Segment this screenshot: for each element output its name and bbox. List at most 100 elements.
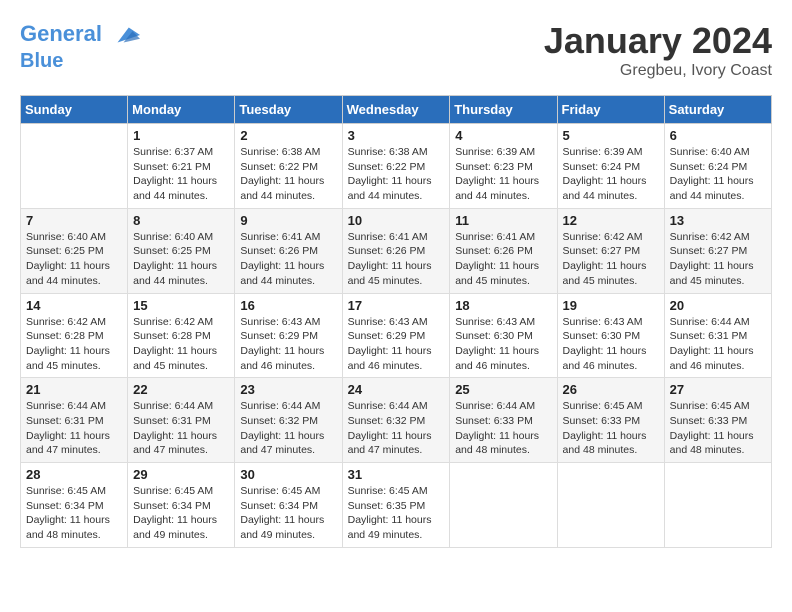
logo-text: General <box>20 20 140 50</box>
day-detail: Sunrise: 6:44 AM Sunset: 6:32 PM Dayligh… <box>240 399 336 458</box>
calendar-cell: 13 Sunrise: 6:42 AM Sunset: 6:27 PM Dayli… <box>664 208 771 293</box>
day-detail: Sunrise: 6:40 AM Sunset: 6:25 PM Dayligh… <box>26 230 122 289</box>
day-number: 31 <box>348 467 445 482</box>
calendar-cell: 31 Sunrise: 6:45 AM Sunset: 6:35 PM Dayli… <box>342 463 450 548</box>
day-number: 14 <box>26 298 122 313</box>
weekday-header-saturday: Saturday <box>664 96 771 124</box>
day-number: 7 <box>26 213 122 228</box>
weekday-header-friday: Friday <box>557 96 664 124</box>
day-number: 26 <box>563 382 659 397</box>
calendar-cell: 15 Sunrise: 6:42 AM Sunset: 6:28 PM Dayli… <box>128 293 235 378</box>
day-detail: Sunrise: 6:44 AM Sunset: 6:31 PM Dayligh… <box>133 399 229 458</box>
day-detail: Sunrise: 6:42 AM Sunset: 6:28 PM Dayligh… <box>133 315 229 374</box>
day-detail: Sunrise: 6:41 AM Sunset: 6:26 PM Dayligh… <box>240 230 336 289</box>
calendar-cell: 17Sunrise: 6:43 AM Sunset: 6:29 PM Dayli… <box>342 293 450 378</box>
day-detail: Sunrise: 6:43 AM Sunset: 6:30 PM Dayligh… <box>563 315 659 374</box>
day-number: 23 <box>240 382 336 397</box>
day-number: 22 <box>133 382 229 397</box>
day-number: 18 <box>455 298 551 313</box>
day-number: 9 <box>240 213 336 228</box>
day-number: 21 <box>26 382 122 397</box>
day-number: 12 <box>563 213 659 228</box>
calendar-cell: 8 Sunrise: 6:40 AM Sunset: 6:25 PM Daylig… <box>128 208 235 293</box>
day-number: 5 <box>563 128 659 143</box>
day-number: 29 <box>133 467 229 482</box>
calendar-cell: 6Sunrise: 6:40 AM Sunset: 6:24 PM Daylig… <box>664 124 771 209</box>
logo: General Blue <box>20 20 140 72</box>
location-title: Gregbeu, Ivory Coast <box>544 62 772 80</box>
day-detail: Sunrise: 6:45 AM Sunset: 6:35 PM Dayligh… <box>348 484 445 543</box>
calendar-cell <box>557 463 664 548</box>
day-detail: Sunrise: 6:43 AM Sunset: 6:30 PM Dayligh… <box>455 315 551 374</box>
day-number: 13 <box>670 213 766 228</box>
calendar-cell: 18 Sunrise: 6:43 AM Sunset: 6:30 PM Dayli… <box>450 293 557 378</box>
day-number: 11 <box>455 213 551 228</box>
calendar-cell: 30Sunrise: 6:45 AM Sunset: 6:34 PM Dayli… <box>235 463 342 548</box>
day-detail: Sunrise: 6:44 AM Sunset: 6:31 PM Dayligh… <box>26 399 122 458</box>
weekday-header-row: SundayMondayTuesdayWednesdayThursdayFrid… <box>21 96 772 124</box>
page-header: General Blue January 2024 Gregbeu, Ivory… <box>20 20 772 80</box>
day-number: 27 <box>670 382 766 397</box>
day-detail: Sunrise: 6:44 AM Sunset: 6:33 PM Dayligh… <box>455 399 551 458</box>
day-number: 25 <box>455 382 551 397</box>
title-block: January 2024 Gregbeu, Ivory Coast <box>544 20 772 80</box>
day-number: 16 <box>240 298 336 313</box>
calendar-cell: 23 Sunrise: 6:44 AM Sunset: 6:32 PM Dayli… <box>235 378 342 463</box>
calendar-cell: 20Sunrise: 6:44 AM Sunset: 6:31 PM Dayli… <box>664 293 771 378</box>
day-detail: Sunrise: 6:41 AM Sunset: 6:26 PM Dayligh… <box>348 230 445 289</box>
day-number: 4 <box>455 128 551 143</box>
day-number: 6 <box>670 128 766 143</box>
day-number: 10 <box>348 213 445 228</box>
day-number: 15 <box>133 298 229 313</box>
calendar-cell: 5 Sunrise: 6:39 AM Sunset: 6:24 PM Daylig… <box>557 124 664 209</box>
day-detail: Sunrise: 6:39 AM Sunset: 6:23 PM Dayligh… <box>455 145 551 204</box>
calendar-cell: 9 Sunrise: 6:41 AM Sunset: 6:26 PM Daylig… <box>235 208 342 293</box>
week-row-1: 7 Sunrise: 6:40 AM Sunset: 6:25 PM Daylig… <box>21 208 772 293</box>
calendar-cell <box>450 463 557 548</box>
day-detail: Sunrise: 6:44 AM Sunset: 6:32 PM Dayligh… <box>348 399 445 458</box>
day-number: 17 <box>348 298 445 313</box>
calendar-cell: 7 Sunrise: 6:40 AM Sunset: 6:25 PM Daylig… <box>21 208 128 293</box>
calendar-cell: 14Sunrise: 6:42 AM Sunset: 6:28 PM Dayli… <box>21 293 128 378</box>
month-title: January 2024 <box>544 20 772 62</box>
day-number: 8 <box>133 213 229 228</box>
calendar-cell: 26 Sunrise: 6:45 AM Sunset: 6:33 PM Dayli… <box>557 378 664 463</box>
day-detail: Sunrise: 6:41 AM Sunset: 6:26 PM Dayligh… <box>455 230 551 289</box>
day-detail: Sunrise: 6:40 AM Sunset: 6:25 PM Dayligh… <box>133 230 229 289</box>
day-detail: Sunrise: 6:45 AM Sunset: 6:34 PM Dayligh… <box>240 484 336 543</box>
day-detail: Sunrise: 6:45 AM Sunset: 6:34 PM Dayligh… <box>133 484 229 543</box>
day-number: 2 <box>240 128 336 143</box>
calendar-cell: 16 Sunrise: 6:43 AM Sunset: 6:29 PM Dayli… <box>235 293 342 378</box>
day-detail: Sunrise: 6:43 AM Sunset: 6:29 PM Dayligh… <box>240 315 336 374</box>
day-detail: Sunrise: 6:45 AM Sunset: 6:34 PM Dayligh… <box>26 484 122 543</box>
week-row-3: 21 Sunrise: 6:44 AM Sunset: 6:31 PM Dayli… <box>21 378 772 463</box>
day-detail: Sunrise: 6:42 AM Sunset: 6:27 PM Dayligh… <box>670 230 766 289</box>
calendar-cell <box>21 124 128 209</box>
calendar-cell: 4 Sunrise: 6:39 AM Sunset: 6:23 PM Daylig… <box>450 124 557 209</box>
day-number: 24 <box>348 382 445 397</box>
day-number: 28 <box>26 467 122 482</box>
calendar-cell: 12Sunrise: 6:42 AM Sunset: 6:27 PM Dayli… <box>557 208 664 293</box>
calendar-cell: 27Sunrise: 6:45 AM Sunset: 6:33 PM Dayli… <box>664 378 771 463</box>
calendar-cell: 3Sunrise: 6:38 AM Sunset: 6:22 PM Daylig… <box>342 124 450 209</box>
calendar-cell: 29 Sunrise: 6:45 AM Sunset: 6:34 PM Dayli… <box>128 463 235 548</box>
calendar-cell <box>664 463 771 548</box>
day-detail: Sunrise: 6:39 AM Sunset: 6:24 PM Dayligh… <box>563 145 659 204</box>
week-row-0: 1Sunrise: 6:37 AM Sunset: 6:21 PM Daylig… <box>21 124 772 209</box>
weekday-header-sunday: Sunday <box>21 96 128 124</box>
day-detail: Sunrise: 6:37 AM Sunset: 6:21 PM Dayligh… <box>133 145 229 204</box>
calendar-cell: 21 Sunrise: 6:44 AM Sunset: 6:31 PM Dayli… <box>21 378 128 463</box>
calendar-cell: 10 Sunrise: 6:41 AM Sunset: 6:26 PM Dayli… <box>342 208 450 293</box>
calendar-cell: 11 Sunrise: 6:41 AM Sunset: 6:26 PM Dayli… <box>450 208 557 293</box>
logo-blue: Blue <box>20 50 140 72</box>
day-detail: Sunrise: 6:44 AM Sunset: 6:31 PM Dayligh… <box>670 315 766 374</box>
calendar-table: SundayMondayTuesdayWednesdayThursdayFrid… <box>20 95 772 548</box>
calendar-cell: 19Sunrise: 6:43 AM Sunset: 6:30 PM Dayli… <box>557 293 664 378</box>
day-detail: Sunrise: 6:38 AM Sunset: 6:22 PM Dayligh… <box>240 145 336 204</box>
day-detail: Sunrise: 6:45 AM Sunset: 6:33 PM Dayligh… <box>563 399 659 458</box>
calendar-cell: 2 Sunrise: 6:38 AM Sunset: 6:22 PM Daylig… <box>235 124 342 209</box>
calendar-cell: 24 Sunrise: 6:44 AM Sunset: 6:32 PM Dayli… <box>342 378 450 463</box>
calendar-cell: 25 Sunrise: 6:44 AM Sunset: 6:33 PM Dayli… <box>450 378 557 463</box>
weekday-header-thursday: Thursday <box>450 96 557 124</box>
calendar-cell: 1Sunrise: 6:37 AM Sunset: 6:21 PM Daylig… <box>128 124 235 209</box>
